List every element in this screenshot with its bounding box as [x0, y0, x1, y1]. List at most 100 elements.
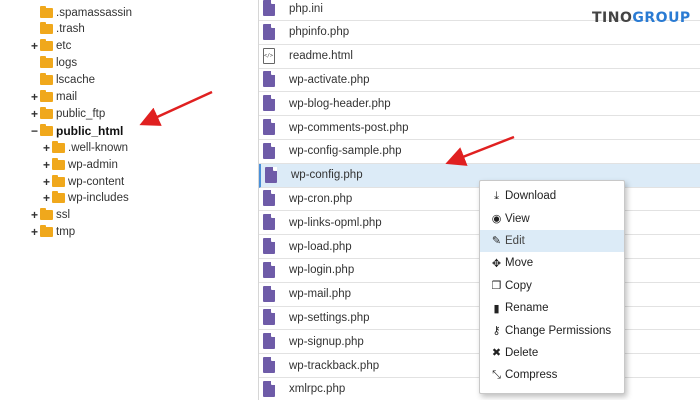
tree-item-label: .trash	[56, 23, 85, 36]
tree-item[interactable]: .trash	[30, 21, 85, 38]
tree-item-label: wp-content	[68, 175, 125, 188]
file-name: wp-mail.php	[289, 288, 351, 301]
menu-item-download[interactable]: ⤓ Download	[480, 185, 624, 207]
php-file-icon	[263, 0, 275, 16]
expand-toggle-icon[interactable]: +	[30, 108, 39, 120]
menu-item-label: Move	[505, 257, 534, 270]
tree-item-label: mail	[56, 91, 78, 103]
tree-item[interactable]: + tmp	[30, 224, 75, 241]
tree-item[interactable]: lscache	[30, 72, 95, 89]
folder-icon	[40, 123, 53, 136]
php-file-icon	[263, 95, 275, 112]
tree-item[interactable]: + public_ftp	[30, 105, 105, 122]
file-name: phpinfo.php	[289, 26, 350, 39]
eye-icon: ◉	[491, 213, 502, 226]
file-name: wp-load.php	[289, 240, 352, 253]
menu-item-rename[interactable]: ▮ Rename	[480, 297, 624, 319]
menu-item-change-permissions[interactable]: ⚷ Change Permissions	[480, 319, 624, 341]
tree-item[interactable]: + mail	[30, 89, 77, 106]
php-file-icon	[265, 166, 277, 183]
expand-toggle-icon[interactable]: +	[30, 40, 39, 52]
tree-item[interactable]: + etc	[30, 38, 71, 55]
menu-item-copy[interactable]: ❐ Copy	[480, 275, 624, 297]
tree-item-label: public_ftp	[56, 107, 106, 120]
php-file-icon	[263, 23, 275, 40]
file-row[interactable]: wp-config-sample.php	[259, 140, 700, 164]
folder-icon	[40, 225, 53, 238]
tree-item-label: etc	[56, 40, 72, 53]
file-name: wp-config.php	[291, 169, 363, 182]
file-name: wp-cron.php	[289, 192, 353, 205]
expand-toggle-icon[interactable]: +	[30, 91, 39, 103]
file-row[interactable]: readme.html	[259, 45, 700, 69]
tree-item-label: tmp	[56, 226, 76, 239]
expand-toggle-icon[interactable]: +	[30, 226, 39, 238]
php-file-icon	[263, 119, 275, 135]
file-row[interactable]: wp-activate.php	[259, 68, 700, 93]
tree-item-label: lscache	[56, 74, 95, 87]
html-file-icon	[263, 47, 275, 64]
tree-item-label: public_html	[56, 123, 124, 138]
expand-toggle-icon[interactable]: +	[42, 192, 51, 204]
folder-icon	[40, 5, 53, 18]
file-row[interactable]: wp-comments-post.php	[259, 116, 700, 140]
folder-icon	[40, 39, 53, 52]
pencil-icon: ✎	[491, 235, 502, 248]
tree-item[interactable]: + .well-known	[42, 139, 128, 156]
folder-icon	[40, 90, 53, 102]
menu-item-label: Delete	[505, 346, 539, 359]
menu-item-edit[interactable]: ✎ Edit	[480, 229, 624, 253]
tree-item[interactable]: .spamassassin	[30, 4, 132, 21]
tree-item-label: logs	[56, 57, 78, 70]
tree-item[interactable]: + wp-admin	[42, 156, 118, 173]
php-file-icon	[263, 309, 275, 326]
logo-text-group: GROUP	[632, 10, 691, 26]
menu-item-label: View	[505, 212, 530, 225]
folder-icon	[40, 208, 53, 221]
menu-item-label: Edit	[505, 234, 525, 247]
file-name: readme.html	[289, 50, 353, 63]
php-file-icon	[263, 357, 275, 373]
folder-icon	[52, 174, 65, 187]
file-name: wp-blog-header.php	[289, 97, 391, 110]
menu-item-label: Download	[505, 190, 557, 203]
folder-icon	[52, 191, 65, 204]
menu-item-compress[interactable]: ⤡ Compress	[480, 364, 624, 386]
menu-item-label: Rename	[505, 302, 549, 315]
php-file-icon	[263, 285, 275, 302]
tree-item[interactable]: − public_html	[30, 122, 123, 139]
expand-toggle-icon[interactable]: +	[42, 159, 51, 171]
file-name: php.ini	[289, 2, 323, 15]
tree-item[interactable]: + wp-includes	[42, 190, 129, 207]
file-row[interactable]: wp-blog-header.php	[259, 92, 700, 117]
file-name: wp-activate.php	[289, 73, 370, 86]
tree-item-label: wp-includes	[68, 192, 129, 205]
menu-item-label: Copy	[505, 279, 532, 292]
delete-icon: ✖	[491, 347, 502, 360]
tree-item[interactable]: logs	[30, 55, 77, 72]
key-icon: ⚷	[492, 325, 501, 338]
tree-item-label: ssl	[56, 209, 71, 222]
folder-icon	[52, 140, 65, 153]
file-name: wp-comments-post.php	[289, 121, 409, 134]
php-file-icon	[263, 261, 275, 278]
menu-item-delete[interactable]: ✖ Delete	[480, 342, 624, 364]
php-file-icon	[263, 71, 275, 88]
tree-item-label: wp-admin	[68, 158, 118, 171]
php-file-icon	[263, 333, 275, 350]
file-name: xmlrpc.php	[289, 383, 346, 396]
file-name: wp-config-sample.php	[289, 145, 402, 158]
context-menu: ⤓ Download ◉ View ✎ Edit ✥ Move ❐ Copy ▮ Rename ⚷ Cha…	[479, 180, 625, 394]
expand-toggle-icon[interactable]: +	[42, 142, 51, 154]
folder-icon	[40, 56, 53, 69]
tree-item[interactable]: + ssl	[30, 207, 70, 224]
menu-item-view[interactable]: ◉ View	[480, 207, 624, 229]
expand-toggle-icon[interactable]: +	[30, 209, 39, 221]
folder-icon	[40, 73, 53, 86]
expand-toggle-icon[interactable]: +	[42, 176, 51, 188]
menu-item-move[interactable]: ✥ Move	[480, 252, 624, 274]
expand-toggle-icon[interactable]: −	[30, 125, 39, 137]
tree-item-label: .spamassassin	[56, 6, 133, 19]
tree-item[interactable]: + wp-content	[42, 173, 124, 190]
file-name: wp-signup.php	[289, 335, 364, 348]
